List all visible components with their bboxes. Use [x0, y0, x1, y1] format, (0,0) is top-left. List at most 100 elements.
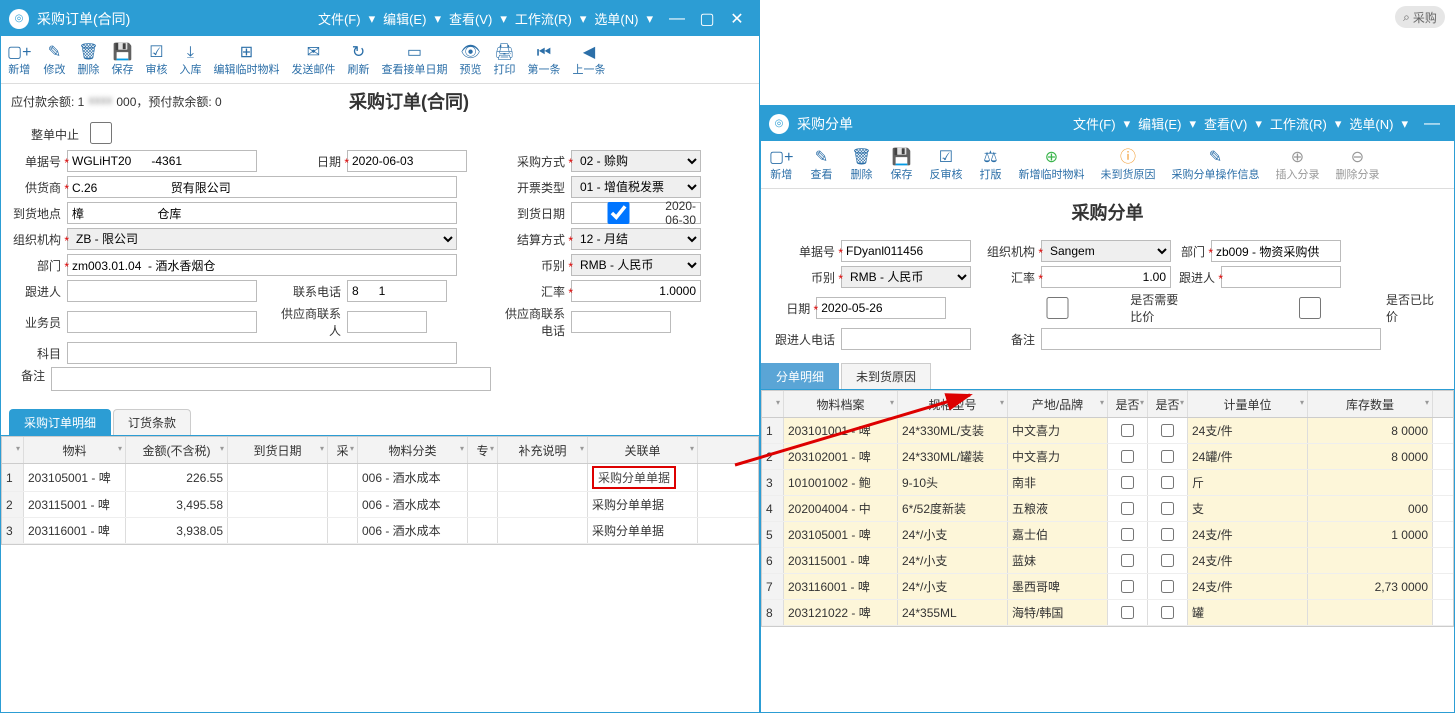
col-header[interactable]: 物料档案 [784, 391, 898, 417]
menu-workflow[interactable]: 工作流(R) [515, 9, 572, 28]
col-header[interactable]: 关联单 [588, 437, 698, 463]
col-header[interactable]: 库存数量 [1308, 391, 1433, 417]
menu-workflow[interactable]: 工作流(R) [1270, 114, 1327, 133]
r-date-input[interactable] [816, 297, 946, 319]
maximize-button[interactable]: ▢ [693, 5, 721, 33]
currency-select[interactable]: RMB - 人民币 [571, 254, 701, 276]
tab-unarrived[interactable]: 未到货原因 [841, 363, 931, 389]
toolbar-保存[interactable]: 💾保存 [881, 145, 921, 184]
row-checkbox-1[interactable] [1121, 606, 1134, 619]
row-checkbox-1[interactable] [1121, 476, 1134, 489]
r-remark-input[interactable] [1041, 328, 1381, 350]
search-button[interactable]: ⌕ 采购 [1395, 6, 1445, 28]
toolbar-第一条[interactable]: ⏮第一条 [521, 40, 566, 79]
row-checkbox-2[interactable] [1161, 606, 1174, 619]
toolbar-未到货原因[interactable]: ⓘ未到货原因 [1092, 145, 1163, 184]
col-header[interactable]: 规格型号 [898, 391, 1008, 417]
toolbar-预览[interactable]: 👁预览 [453, 40, 487, 79]
row-checkbox-2[interactable] [1161, 502, 1174, 515]
r-org-select[interactable]: Sangem [1041, 240, 1171, 262]
arrival-place-input[interactable] [67, 202, 457, 224]
row-checkbox-1[interactable] [1121, 528, 1134, 541]
col-header[interactable]: 是否 [1108, 391, 1148, 417]
table-row[interactable]: 3203116001 - 啤3,938.05006 - 酒水成本采购分单单据 [2, 518, 758, 544]
menu-select[interactable]: 选单(N) [1349, 114, 1393, 133]
row-checkbox-2[interactable] [1161, 580, 1174, 593]
menu-view[interactable]: 查看(V) [449, 9, 492, 28]
rate-input[interactable] [571, 280, 701, 302]
row-checkbox-1[interactable] [1121, 502, 1134, 515]
col-header[interactable]: 计量单位 [1188, 391, 1308, 417]
minimize-button[interactable]: — [1418, 110, 1446, 138]
docno-input[interactable] [67, 150, 257, 172]
dept-input[interactable] [67, 254, 457, 276]
toolbar-新增[interactable]: ▢+新增 [1, 40, 37, 79]
toolbar-审核[interactable]: ☑审核 [139, 40, 173, 79]
row-checkbox-1[interactable] [1121, 580, 1134, 593]
r-currency-select[interactable]: RMB - 人民币 [841, 266, 971, 288]
menu-edit[interactable]: 编辑(E) [1138, 114, 1181, 133]
toolbar-删除[interactable]: 🗑删除 [71, 40, 105, 79]
table-row[interactable]: 4202004004 - 中6*/52度新装五粮液支000 [762, 496, 1453, 522]
row-checkbox-2[interactable] [1161, 450, 1174, 463]
table-row[interactable]: 3101001002 - 鲍9-10头南非斤 [762, 470, 1453, 496]
tab-detail[interactable]: 采购订单明细 [9, 409, 111, 435]
toolbar-删除[interactable]: 🗑删除 [841, 145, 881, 184]
whole-abort-checkbox[interactable] [11, 122, 191, 144]
row-checkbox-2[interactable] [1161, 528, 1174, 541]
r-rate-input[interactable] [1041, 266, 1171, 288]
toolbar-查看[interactable]: ✎查看 [801, 145, 841, 184]
toolbar-打印[interactable]: 🖨打印 [487, 40, 521, 79]
col-header[interactable]: 专 [468, 437, 498, 463]
col-header[interactable] [2, 437, 24, 463]
follower-input[interactable] [67, 280, 257, 302]
row-checkbox-1[interactable] [1121, 424, 1134, 437]
table-row[interactable]: 2203115001 - 啤3,495.58006 - 酒水成本采购分单单据 [2, 492, 758, 518]
menu-select[interactable]: 选单(N) [594, 9, 638, 28]
r-docno-input[interactable] [841, 240, 971, 262]
toolbar-保存[interactable]: 💾保存 [105, 40, 139, 79]
org-select[interactable]: ZB - 限公司 [67, 228, 457, 250]
toolbar-新增[interactable]: ▢+新增 [761, 145, 801, 184]
subject-input[interactable] [67, 342, 457, 364]
toolbar-反审核[interactable]: ☑反审核 [921, 145, 970, 184]
table-row[interactable]: 6203115001 - 啤24*/小支蓝妹24支/件 [762, 548, 1453, 574]
invoice-type-select[interactable]: 01 - 增值税发票 [571, 176, 701, 198]
sup-contact-input[interactable] [347, 311, 427, 333]
date-input[interactable] [347, 150, 467, 172]
row-checkbox-2[interactable] [1161, 476, 1174, 489]
toolbar-入库[interactable]: ⤓入库 [173, 40, 207, 79]
purchase-type-select[interactable]: 02 - 赊购 [571, 150, 701, 172]
compared-checkbox[interactable]: 是否已比价 [1238, 291, 1444, 325]
row-checkbox-2[interactable] [1161, 554, 1174, 567]
col-header[interactable]: 补充说明 [498, 437, 588, 463]
menu-view[interactable]: 查看(V) [1204, 114, 1247, 133]
table-row[interactable]: 7203116001 - 啤24*/小支墨西哥啤24支/件2,73 0000 [762, 574, 1453, 600]
tab-split-detail[interactable]: 分单明细 [761, 363, 839, 389]
table-row[interactable]: 1203105001 - 啤226.55006 - 酒水成本采购分单单据 [2, 464, 758, 492]
toolbar-打版[interactable]: ⚖打版 [970, 145, 1010, 184]
minimize-button[interactable]: — [663, 5, 691, 33]
biz-input[interactable] [67, 311, 257, 333]
r-follower-phone-input[interactable] [841, 328, 971, 350]
table-row[interactable]: 8203121022 - 啤24*355ML海特/韩国罐 [762, 600, 1453, 626]
table-row[interactable]: 5203105001 - 啤24*/小支嘉士伯24支/件1 0000 [762, 522, 1453, 548]
col-header[interactable]: 到货日期 [228, 437, 328, 463]
close-button[interactable]: ✕ [723, 5, 751, 33]
toolbar-上一条[interactable]: ◀上一条 [566, 40, 611, 79]
col-header[interactable] [762, 391, 784, 417]
phone-input[interactable] [347, 280, 447, 302]
toolbar-发送邮件[interactable]: ✉发送邮件 [285, 40, 341, 79]
r-dept-input[interactable] [1211, 240, 1341, 262]
sup-phone-input[interactable] [571, 311, 671, 333]
toolbar-刷新[interactable]: ↻刷新 [341, 40, 375, 79]
col-header[interactable]: 产地/品牌 [1008, 391, 1108, 417]
row-checkbox-1[interactable] [1121, 450, 1134, 463]
col-header[interactable]: 物料 [24, 437, 126, 463]
col-header[interactable]: 物料分类 [358, 437, 468, 463]
settlement-select[interactable]: 12 - 月结 [571, 228, 701, 250]
row-checkbox-2[interactable] [1161, 424, 1174, 437]
r-follower-input[interactable] [1221, 266, 1341, 288]
left-remark-input[interactable] [51, 367, 491, 391]
need-compare-checkbox[interactable]: 是否需要比价 [989, 291, 1195, 325]
